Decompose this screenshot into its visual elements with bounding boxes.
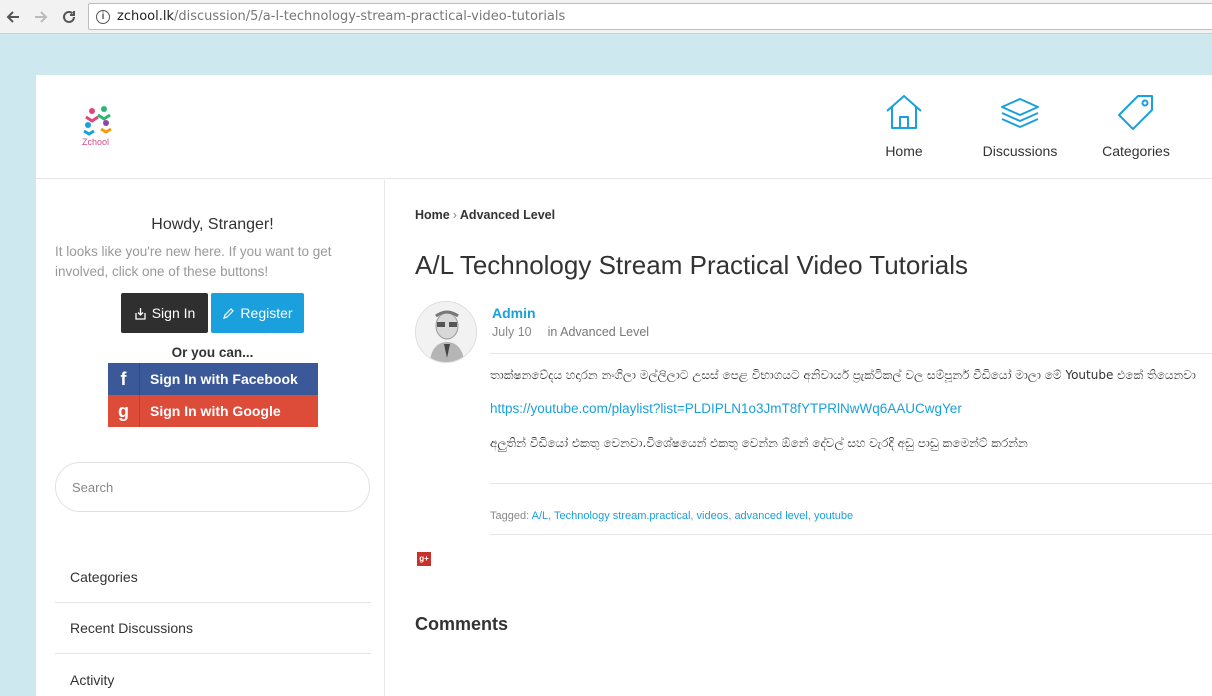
sign-in-label: Sign In (151, 305, 196, 321)
avatar[interactable] (415, 301, 477, 363)
author-name[interactable]: Admin (492, 305, 536, 321)
info-icon[interactable]: i (96, 10, 110, 24)
google-signin-button[interactable]: g Sign In with Google (108, 395, 318, 427)
divider (490, 534, 1212, 535)
tag-advanced-level[interactable]: advanced level (734, 510, 807, 522)
nav-home-label: Home (885, 143, 923, 159)
page-card: Zchool Home Discussions Categories Howdy… (36, 75, 1212, 696)
divider (490, 483, 1212, 484)
page-title: A/L Technology Stream Practical Video Tu… (415, 250, 969, 280)
sidebar-link-activity[interactable]: Activity (55, 654, 371, 696)
tag-technology-stream-practical[interactable]: Technology stream.practical (554, 510, 690, 522)
register-label: Register (240, 305, 293, 321)
post-meta: July 10 in Advanced Level (492, 325, 649, 339)
divider (490, 353, 1212, 354)
breadcrumb-advanced-level[interactable]: Advanced Level (460, 208, 555, 222)
breadcrumb-home[interactable]: Home (415, 208, 450, 222)
forward-arrow-icon[interactable] (30, 6, 52, 28)
nav-home[interactable]: Home (854, 93, 954, 159)
nav-categories[interactable]: Categories (1086, 93, 1186, 159)
register-button[interactable]: Register (211, 293, 304, 333)
sidebar-link-recent-discussions[interactable]: Recent Discussions (55, 603, 371, 654)
sidebar: Howdy, Stranger! It looks like you're ne… (36, 180, 385, 696)
logo-text: Zchool (82, 137, 110, 147)
post-body-line-2: අලුතින් වීඩියෝ එකතු වෙනවා.විශේෂයෙන් එකතු… (490, 436, 1028, 450)
nav-categories-label: Categories (1102, 143, 1170, 159)
playlist-link[interactable]: https://youtube.com/playlist?list=PLDIPL… (490, 401, 962, 416)
facebook-icon: f (108, 363, 140, 395)
google-icon: g (108, 395, 140, 427)
facebook-signin-label: Sign In with Facebook (150, 371, 298, 387)
tagged-label: Tagged: (490, 510, 530, 522)
greeting-heading: Howdy, Stranger! (151, 216, 274, 233)
layers-icon (1001, 98, 1039, 128)
google-signin-label: Sign In with Google (150, 403, 281, 419)
search-placeholder: Search (72, 480, 114, 495)
or-you-can-text: Or you can... (171, 345, 254, 360)
sidebar-link-categories[interactable]: Categories (55, 552, 371, 603)
home-icon (886, 95, 922, 129)
url-path: /discussion/5/a-l-technology-stream-prac… (174, 9, 566, 24)
google-plus-share-icon[interactable]: g+ (417, 552, 431, 566)
post-date[interactable]: July 10 (492, 325, 532, 339)
tag-videos[interactable]: videos (697, 510, 729, 522)
facebook-signin-button[interactable]: f Sign In with Facebook (108, 363, 318, 395)
breadcrumb-separator: › (452, 208, 457, 222)
intro-text: It looks like you're new here. If you wa… (55, 244, 332, 279)
post-category[interactable]: in Advanced Level (548, 325, 649, 339)
back-arrow-icon[interactable] (2, 6, 24, 28)
tag-list: Tagged: A/L, Technology stream.practical… (490, 510, 854, 522)
nav-discussions[interactable]: Discussions (970, 93, 1070, 159)
comments-heading: Comments (415, 614, 509, 634)
search-input[interactable]: Search (55, 462, 370, 512)
url-host: zchool.lk (117, 9, 175, 24)
address-bar[interactable]: i zchool.lk/discussion/5/a-l-technology-… (88, 3, 1212, 30)
post-body-line-1: තාක්ෂනවේදය හදාරන නංගිලා මල්ලිලාට උසස් පෙ… (490, 368, 1196, 382)
sign-in-icon (135, 307, 146, 320)
reload-icon[interactable] (58, 6, 80, 28)
breadcrumb: Home › Advanced Level (415, 208, 555, 222)
browser-toolbar: i zchool.lk/discussion/5/a-l-technology-… (0, 0, 1212, 34)
sign-in-button[interactable]: Sign In (121, 293, 208, 333)
site-header: Zchool Home Discussions Categories (36, 75, 1212, 179)
tag-youtube[interactable]: youtube (814, 510, 853, 522)
url-text: zchool.lk/discussion/5/a-l-technology-st… (117, 9, 565, 24)
tag-icon (1118, 95, 1153, 130)
nav-discussions-label: Discussions (982, 143, 1058, 159)
pencil-icon (223, 307, 235, 319)
tag-al[interactable]: A/L (532, 510, 549, 522)
